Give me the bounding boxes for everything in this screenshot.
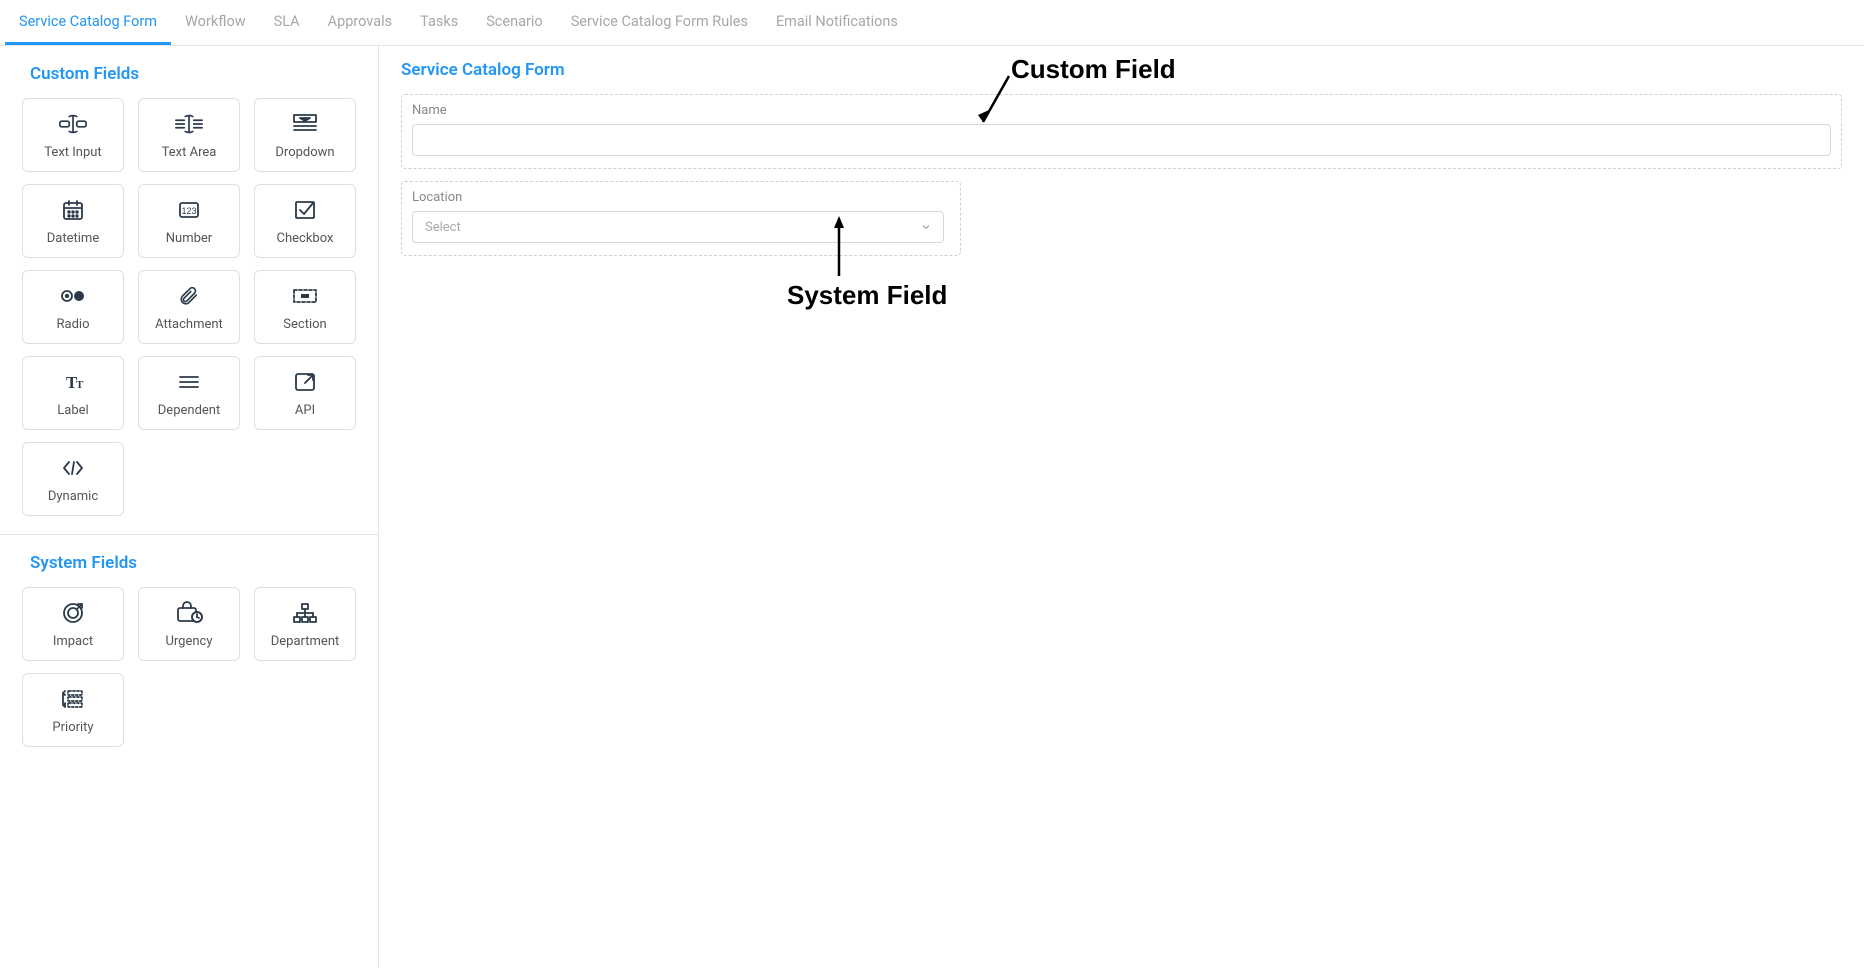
dropdown-icon	[292, 111, 318, 137]
field-tile-label: Priority	[52, 720, 93, 735]
form-field-location[interactable]: Location Select	[401, 181, 961, 256]
tab-scenario[interactable]: Scenario	[472, 0, 557, 45]
field-tile-text-input[interactable]: Text Input	[22, 98, 124, 172]
tab-workflow[interactable]: Workflow	[171, 0, 260, 45]
text-input-icon	[58, 111, 88, 137]
custom-fields-grid: Text Input Text Area Dropdown Datetime 123 Nu…	[0, 98, 378, 534]
field-tile-label: Label	[57, 403, 88, 418]
label-icon: TT	[60, 369, 86, 395]
sidebar: Custom Fields Text Input Text Area Dropdow…	[0, 46, 379, 968]
field-tile-label: Radio	[57, 317, 90, 332]
field-tile-label: Checkbox	[277, 231, 334, 246]
field-tile-datetime[interactable]: Datetime	[22, 184, 124, 258]
field-tile-label: Section	[283, 317, 326, 332]
field-tile-label: Dynamic	[48, 489, 98, 504]
tab-service-catalog-form-rules[interactable]: Service Catalog Form Rules	[557, 0, 762, 45]
attachment-icon	[178, 283, 200, 309]
section-icon	[292, 283, 318, 309]
name-input[interactable]	[412, 124, 1831, 156]
svg-text:123: 123	[181, 206, 196, 216]
field-tile-api[interactable]: API	[254, 356, 356, 430]
tab-email-notifications[interactable]: Email Notifications	[762, 0, 912, 45]
radio-icon	[60, 283, 86, 309]
field-tile-department[interactable]: Department	[254, 587, 356, 661]
form-field-name[interactable]: Name	[401, 94, 1842, 169]
field-tile-label: Urgency	[165, 634, 212, 649]
field-tile-label: Dropdown	[275, 145, 334, 160]
name-label: Name	[412, 103, 1831, 118]
field-tile-label: Text Input	[44, 145, 101, 160]
location-select[interactable]: Select	[412, 211, 944, 243]
form-title: Service Catalog Form	[401, 60, 1842, 80]
field-tile-attachment[interactable]: Attachment	[138, 270, 240, 344]
field-tile-dependent[interactable]: Dependent	[138, 356, 240, 430]
field-tile-priority[interactable]: Priority	[22, 673, 124, 747]
field-tile-label: Dependent	[158, 403, 220, 418]
svg-text:T: T	[76, 379, 84, 391]
system-fields-grid: Impact Urgency Department Priority	[0, 587, 378, 765]
field-tile-dropdown[interactable]: Dropdown	[254, 98, 356, 172]
field-tile-label: Impact	[53, 634, 93, 649]
field-tile-radio[interactable]: Radio	[22, 270, 124, 344]
field-tile-impact[interactable]: Impact	[22, 587, 124, 661]
impact-icon	[60, 600, 86, 626]
form-canvas: Service Catalog Form Name Location Selec…	[379, 46, 1864, 968]
field-tile-checkbox[interactable]: Checkbox	[254, 184, 356, 258]
field-tile-label: Datetime	[47, 231, 99, 246]
text-area-icon	[174, 111, 204, 137]
system-fields-title: System Fields	[0, 535, 378, 587]
custom-fields-title: Custom Fields	[0, 46, 378, 98]
dependent-icon	[177, 369, 201, 395]
tab-tasks[interactable]: Tasks	[406, 0, 472, 45]
field-tile-label: Department	[271, 634, 340, 649]
tab-service-catalog-form[interactable]: Service Catalog Form	[5, 0, 171, 45]
department-icon	[291, 600, 319, 626]
field-tile-label: Attachment	[155, 317, 223, 332]
field-tile-number[interactable]: 123 Number	[138, 184, 240, 258]
priority-icon	[60, 686, 86, 712]
number-icon: 123	[177, 197, 201, 223]
checkbox-icon	[293, 197, 317, 223]
datetime-icon	[61, 197, 85, 223]
field-tile-dynamic[interactable]: Dynamic	[22, 442, 124, 516]
field-tile-label: Text Area	[162, 145, 217, 160]
field-tile-urgency[interactable]: Urgency	[138, 587, 240, 661]
field-tile-section[interactable]: Section	[254, 270, 356, 344]
annotation-system-field: System Field	[787, 280, 947, 311]
urgency-icon	[175, 600, 203, 626]
tab-sla[interactable]: SLA	[260, 0, 314, 45]
tab-approvals[interactable]: Approvals	[314, 0, 407, 45]
field-tile-label: Number	[166, 231, 212, 246]
tab-bar: Service Catalog FormWorkflowSLAApprovals…	[0, 0, 1864, 46]
location-label: Location	[412, 190, 950, 205]
field-tile-label[interactable]: TT Label	[22, 356, 124, 430]
dynamic-icon	[60, 455, 86, 481]
field-tile-label: API	[295, 403, 315, 418]
api-icon	[293, 369, 317, 395]
field-tile-text-area[interactable]: Text Area	[138, 98, 240, 172]
main-layout: Custom Fields Text Input Text Area Dropdow…	[0, 46, 1864, 968]
